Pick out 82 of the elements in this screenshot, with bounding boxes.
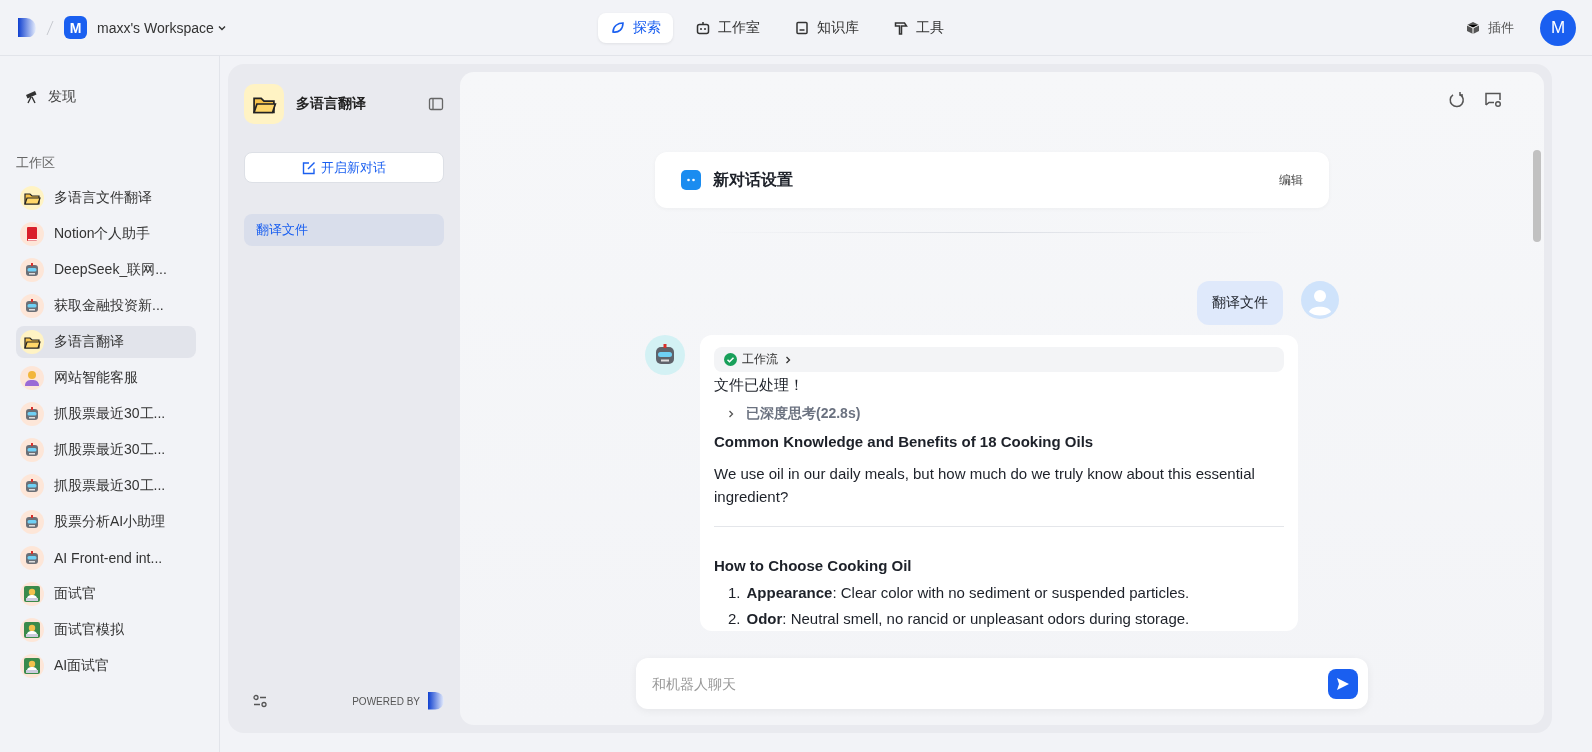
list-item-text: Appearance: Clear color with no sediment or suspended particles. (746, 582, 1190, 603)
thinking-toggle[interactable]: 已深度思考(22.8s) (726, 404, 861, 423)
refresh-icon (1448, 91, 1466, 109)
nav-tab[interactable]: 工作室 (683, 12, 772, 43)
powered-by-label: POWERED BY (352, 695, 420, 707)
cube-icon (1466, 20, 1480, 35)
person-icon (20, 366, 44, 390)
workspace-item[interactable]: 多语言文件翻译 (16, 182, 196, 214)
logo-icon (428, 692, 444, 710)
chat-settings-icon (1484, 91, 1502, 109)
nav-tab[interactable]: 工具 (881, 12, 956, 43)
edit-icon (302, 160, 316, 175)
user-message: 翻译文件 (1197, 281, 1283, 325)
workspace-item[interactable]: 股票分析AI小助理 (16, 506, 196, 538)
chat-settings-button[interactable] (1484, 91, 1502, 109)
book-icon (20, 222, 44, 246)
person-at-laptop-icon (20, 618, 44, 642)
workspace-item[interactable]: 多语言翻译 (16, 326, 196, 358)
settings-title: 新对话设置 (713, 169, 794, 190)
workspace-badge: M (64, 16, 87, 39)
section-title: 工作区 (16, 154, 56, 172)
robot-icon (20, 438, 44, 462)
workspace-item[interactable]: 面试官模拟 (16, 614, 196, 646)
workspace-item[interactable]: Notion个人助手 (16, 218, 196, 250)
robot-icon (20, 402, 44, 426)
conversation-item[interactable]: 翻译文件 (244, 214, 444, 246)
send-icon (1336, 676, 1350, 691)
new-chat-button[interactable]: 开启新对话 (244, 152, 444, 183)
check-circle-icon (724, 353, 737, 366)
settings-button[interactable] (252, 693, 268, 709)
bot-chat-icon (681, 170, 701, 190)
person-at-laptop-icon (20, 654, 44, 678)
paragraph: We use oil in our daily meals, but how much do we truly know about this essential ingredient? (714, 464, 1256, 507)
leaf-icon (610, 19, 626, 36)
folder-icon (20, 330, 44, 354)
person-at-laptop-icon (20, 582, 44, 606)
sidebar-toggle-button[interactable] (428, 96, 444, 112)
refresh-button[interactable] (1448, 91, 1466, 109)
workflow-toggle[interactable]: 工作流 (714, 347, 1284, 372)
chat-input-box[interactable]: 和机器人聊天 (636, 658, 1368, 709)
workspace-item[interactable]: 面试官 (16, 578, 196, 610)
list-number: 1. (728, 582, 741, 603)
workspace-item[interactable]: AI面试官 (16, 650, 196, 682)
folder-icon (20, 186, 44, 210)
workspace-item[interactable]: DeepSeek_联网... (16, 254, 196, 286)
workspace-item[interactable]: AI Front-end int... (16, 542, 196, 574)
workspace-switcher[interactable]: maxx's Workspace (97, 19, 227, 36)
user-avatar-icon (1301, 281, 1339, 319)
robot-icon (20, 510, 44, 534)
user-avatar[interactable]: M (1540, 9, 1576, 46)
nav-tab[interactable]: 探索 (598, 12, 673, 43)
book-icon (794, 19, 810, 36)
robot-icon (20, 474, 44, 498)
robot-icon (20, 258, 44, 282)
agent-title: 多语言翻译 (296, 95, 367, 113)
status-text: 文件已处理！ (714, 375, 805, 395)
robot-avatar-icon (645, 335, 685, 375)
settings-icon (252, 693, 268, 709)
robot-icon (695, 19, 711, 36)
chat-input[interactable]: 和机器人聊天 (650, 674, 1318, 693)
chevron-right-icon (726, 408, 736, 419)
chevron-right-icon (783, 354, 793, 365)
slash-divider-icon (46, 19, 54, 36)
workspace-item[interactable]: 网站智能客服 (16, 362, 196, 394)
send-button[interactable] (1328, 668, 1358, 699)
article-heading: Common Knowledge and Benefits of 18 Cooking Oils (714, 431, 1095, 452)
list-number: 2. (728, 609, 741, 629)
nav-tab[interactable]: 知识库 (782, 12, 871, 43)
panel-icon (428, 96, 444, 112)
discover-link[interactable]: 发现 (16, 82, 196, 112)
robot-icon (20, 294, 44, 318)
workspace-item[interactable]: 获取金融投资新... (16, 290, 196, 322)
workspace-item[interactable]: 抓股票最近30工... (16, 434, 196, 466)
plugins-button[interactable]: 插件 (1460, 17, 1520, 38)
logo-icon (18, 17, 36, 38)
hammer-icon (893, 19, 909, 36)
workspace-item[interactable]: 抓股票最近30工... (16, 470, 196, 502)
robot-icon (20, 546, 44, 570)
list-item-text: Odor: Neutral smell, no rancid or unpleasant odors during storage. (746, 609, 1190, 629)
edit-link[interactable]: 编辑 (1279, 171, 1303, 189)
workspace-item[interactable]: 抓股票最近30工... (16, 398, 196, 430)
section-heading: How to Choose Cooking Oil (714, 556, 913, 576)
